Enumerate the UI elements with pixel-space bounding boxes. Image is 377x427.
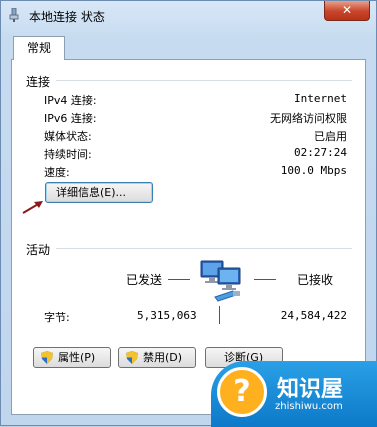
ipv6-label: IPv6 连接: xyxy=(44,112,97,125)
received-dash xyxy=(254,279,276,280)
watermark-subtitle: zhishiwu.com xyxy=(275,401,343,412)
media-state-value: 已启用 xyxy=(314,130,347,143)
disable-label: 禁用(D) xyxy=(143,351,183,364)
divider xyxy=(56,248,352,249)
received-label: 已接收 xyxy=(297,273,334,287)
window-title: 本地连接 状态 xyxy=(29,10,105,24)
status-window: 本地连接 状态 ✕ 常规 连接 IPv4 连接: Internet IPv6 连… xyxy=(0,0,377,427)
close-button[interactable]: ✕ xyxy=(324,1,370,21)
bytes-received-value: 24,584,422 xyxy=(280,309,347,322)
divider xyxy=(56,80,352,81)
details-button[interactable]: 详细信息(E)... xyxy=(45,182,153,203)
bytes-divider xyxy=(219,306,220,324)
watermark-title: 知识屋 xyxy=(277,377,344,402)
bytes-sent-value: 5,315,063 xyxy=(137,309,197,322)
media-state-label: 媒体状态: xyxy=(44,130,92,143)
annotation-arrow-icon xyxy=(22,201,43,214)
activity-group-title: 活动 xyxy=(26,243,51,257)
duration-label: 持续时间: xyxy=(44,148,92,161)
speed-value: 100.0 Mbps xyxy=(280,164,347,177)
properties-label: 属性(P) xyxy=(58,351,96,364)
duration-value: 02:27:24 xyxy=(294,146,347,159)
question-mark-icon: ? xyxy=(217,367,267,417)
network-computers-icon xyxy=(200,260,241,302)
ipv4-label: IPv4 连接: xyxy=(44,94,97,107)
details-button-label: 详细信息(E)... xyxy=(56,186,127,199)
disable-button[interactable]: 禁用(D) xyxy=(118,347,196,368)
ipv4-value: Internet xyxy=(294,92,347,105)
sent-dash xyxy=(168,279,190,280)
sent-label: 已发送 xyxy=(126,273,163,287)
uac-shield-icon xyxy=(126,351,138,364)
properties-button[interactable]: 属性(P) xyxy=(33,347,111,368)
tab-general[interactable]: 常规 xyxy=(13,36,65,60)
connection-group-title: 连接 xyxy=(26,75,51,89)
ipv6-value: 无网络访问权限 xyxy=(270,112,347,125)
speed-label: 速度: xyxy=(44,166,70,179)
bytes-label: 字节: xyxy=(44,311,70,324)
watermark-banner: ? 知识屋 zhishiwu.com xyxy=(211,361,377,427)
network-adapter-icon xyxy=(9,8,19,22)
uac-shield-icon xyxy=(41,351,53,364)
title-bar[interactable]: 本地连接 状态 ✕ xyxy=(1,1,376,31)
